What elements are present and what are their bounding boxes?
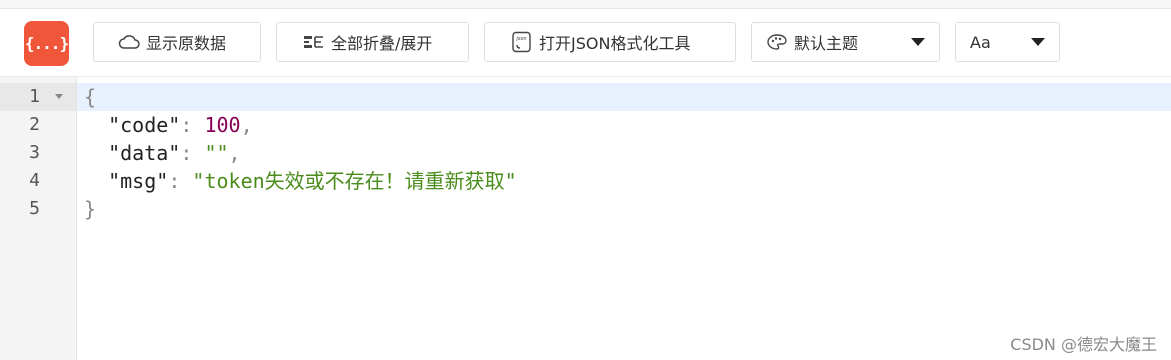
show-raw-data-button[interactable]: 显示原数据 — [93, 22, 261, 62]
active-line-highlight — [77, 83, 1171, 111]
toolbar: {...} 显示原数据 全部折叠/展开 json 打开JSON格式化工具 默认主… — [0, 9, 1171, 77]
theme-select-value: 默认主题 — [794, 34, 859, 53]
line-number: 3 — [29, 142, 40, 163]
json-string-value: "" — [204, 141, 229, 165]
watermark: CSDN @德宏大魔王 — [1010, 335, 1157, 354]
open-json-tool-button[interactable]: json 打开JSON格式化工具 — [484, 22, 736, 62]
code-line: { — [84, 83, 96, 111]
json-logo-icon: {...} — [24, 21, 69, 66]
cloud-icon — [118, 34, 140, 50]
json-comma: , — [240, 113, 253, 137]
palette-icon — [766, 33, 788, 51]
json-colon: : — [168, 169, 193, 193]
code-line: "msg": "token失效或不存在！请重新获取" — [84, 167, 517, 195]
line-number: 1 — [29, 86, 40, 107]
json-string-value: "token失效或不存在！请重新获取" — [192, 169, 517, 193]
line-number: 5 — [29, 198, 40, 219]
json-viewer-app: {...} 显示原数据 全部折叠/展开 json 打开JSON格式化工具 默认主… — [0, 0, 1171, 360]
font-size-select[interactable]: Aa — [955, 22, 1060, 62]
json-file-icon: json — [511, 31, 533, 53]
open-json-tool-label: 打开JSON格式化工具 — [539, 34, 691, 53]
json-colon: : — [180, 113, 205, 137]
fold-all-label: 全部折叠/展开 — [331, 34, 433, 53]
svg-text:json: json — [515, 36, 526, 42]
json-key: "msg" — [108, 169, 169, 193]
show-raw-data-label: 显示原数据 — [146, 34, 227, 53]
json-key: "code" — [108, 113, 181, 137]
code-line: "code": 100, — [84, 111, 253, 139]
chevron-down-icon — [1031, 38, 1045, 46]
fold-all-button[interactable]: 全部折叠/展开 — [276, 22, 469, 62]
fold-toggle-icon[interactable] — [55, 94, 63, 99]
theme-select[interactable]: 默认主题 — [751, 22, 940, 62]
code-line: "data": "", — [84, 139, 241, 167]
code-editor[interactable]: 1 2 3 4 5 { "code": 100, "data": "", "ms… — [0, 77, 1171, 360]
open-brace: { — [84, 85, 97, 109]
font-size-icon: Aa — [970, 32, 991, 52]
line-number: 2 — [29, 114, 40, 135]
code-line: } — [84, 195, 96, 223]
json-comma: , — [228, 141, 241, 165]
json-key: "data" — [108, 141, 181, 165]
fold-icon — [303, 34, 325, 50]
json-colon: : — [180, 141, 205, 165]
json-number-value: 100 — [204, 113, 241, 137]
line-number: 4 — [29, 170, 40, 191]
top-border — [0, 0, 1171, 9]
chevron-down-icon — [911, 38, 925, 46]
close-brace: } — [84, 197, 97, 221]
